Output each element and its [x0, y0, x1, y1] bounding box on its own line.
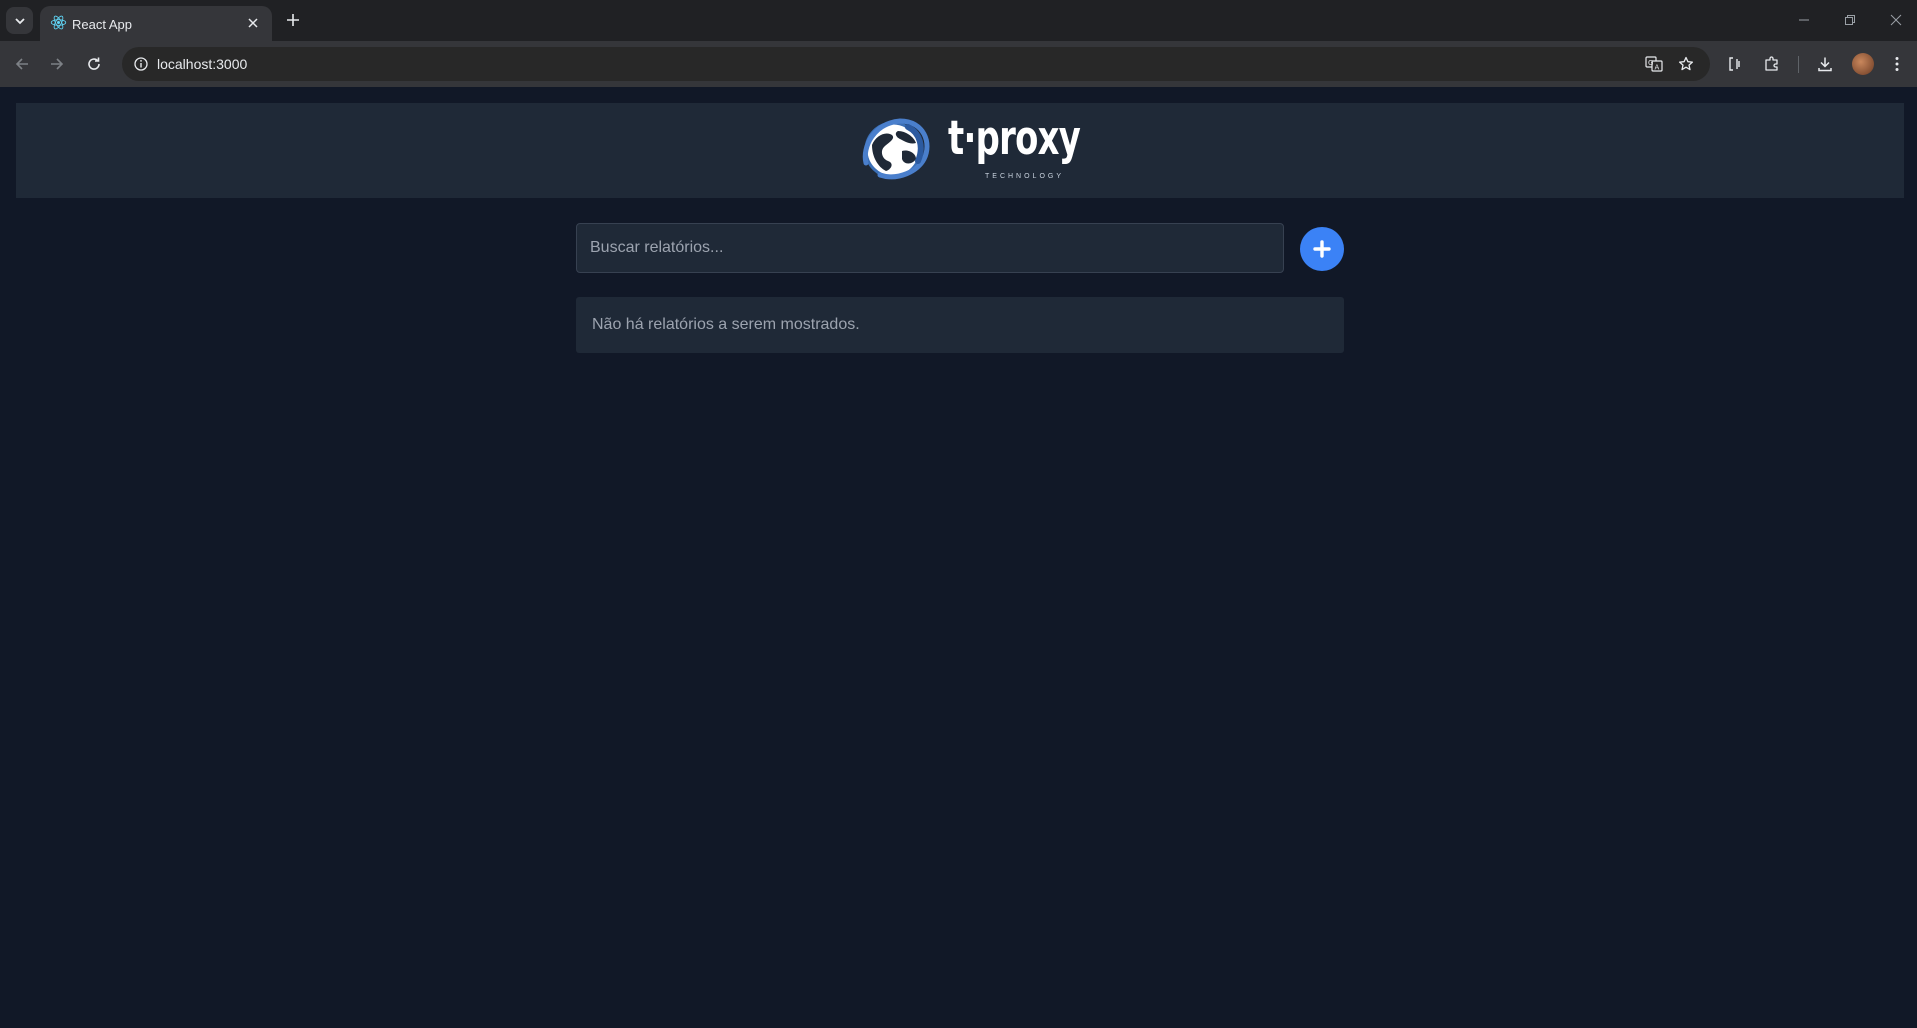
search-row — [576, 223, 1344, 273]
extensions-button[interactable] — [1761, 53, 1783, 75]
add-report-button[interactable] — [1300, 227, 1344, 271]
restore-button[interactable] — [1839, 9, 1861, 31]
close-window-button[interactable] — [1885, 9, 1907, 31]
add-icon — [1313, 240, 1331, 258]
tab-title: React App — [72, 17, 132, 32]
download-icon — [1818, 57, 1832, 72]
forward-button[interactable] — [44, 51, 70, 77]
restore-icon — [1845, 15, 1855, 25]
reload-button[interactable] — [81, 51, 107, 77]
tab-groups-icon — [1729, 57, 1740, 71]
extensions-icon — [1765, 56, 1778, 71]
address-bar[interactable]: localhost:3000 GA — [122, 47, 1710, 81]
downloads-button[interactable] — [1814, 53, 1836, 75]
forward-icon — [51, 58, 64, 70]
chevron-down-icon — [14, 17, 25, 24]
reload-icon — [88, 57, 100, 70]
browser-toolbar: localhost:3000 GA — [0, 41, 1917, 87]
reports-empty-state: Não há relatórios a serem mostrados. — [576, 297, 1344, 353]
app-header: t·proxy TECHNOLOGY — [16, 103, 1904, 198]
star-icon — [1678, 56, 1694, 71]
more-menu-icon — [1895, 57, 1899, 71]
back-button[interactable] — [9, 51, 35, 77]
new-tab-button[interactable] — [281, 8, 305, 32]
react-favicon-icon — [50, 15, 67, 30]
plus-icon — [287, 14, 299, 26]
browser-tabstrip: React App — [0, 0, 1917, 41]
tab-search-button[interactable] — [6, 7, 33, 34]
tproxy-logo: t·proxy TECHNOLOGY — [858, 111, 1081, 189]
toolbar-separator — [1798, 56, 1799, 73]
svg-text:G: G — [1648, 59, 1653, 67]
globe-logo-icon — [862, 118, 930, 180]
profile-avatar[interactable] — [1852, 53, 1874, 75]
close-tab-button[interactable] — [242, 12, 264, 34]
translate-button[interactable]: GA — [1643, 53, 1665, 75]
close-icon — [1890, 14, 1902, 26]
site-info-icon — [134, 57, 148, 71]
browser-tab[interactable]: React App — [40, 6, 272, 41]
svg-text:A: A — [1655, 64, 1660, 72]
more-menu-button[interactable] — [1886, 53, 1908, 75]
back-icon — [15, 58, 28, 70]
tab-groups-button[interactable] — [1724, 53, 1746, 75]
close-icon — [248, 18, 258, 28]
translate-icon: GA — [1645, 56, 1663, 72]
minimize-icon — [1799, 19, 1809, 21]
bookmark-button[interactable] — [1675, 53, 1697, 75]
minimize-button[interactable] — [1793, 9, 1815, 31]
logo-wordmark: t·proxy — [948, 111, 1081, 166]
search-input[interactable] — [576, 223, 1284, 273]
site-info-button[interactable] — [130, 53, 152, 75]
empty-message: Não há relatórios a serem mostrados. — [592, 316, 860, 333]
logo-tagline: TECHNOLOGY — [985, 173, 1065, 180]
url-text: localhost:3000 — [157, 56, 248, 72]
